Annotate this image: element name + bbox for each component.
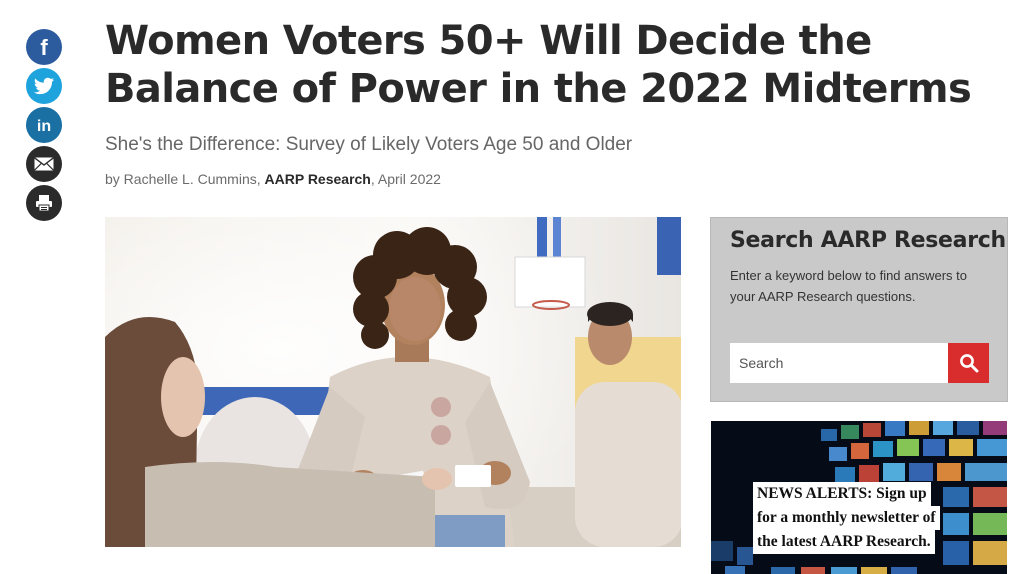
article-title: Women Voters 50+ Will Decide the Balance… — [105, 18, 972, 112]
search-submit-button[interactable] — [948, 343, 989, 383]
printer-icon — [36, 195, 52, 212]
news-alerts-line-1: NEWS ALERTS: Sign up — [753, 482, 931, 506]
print-button[interactable] — [26, 185, 62, 221]
article-subtitle: She's the Difference: Survey of Likely V… — [105, 134, 633, 155]
search-panel: Search AARP Research Enter a keyword bel… — [710, 217, 1008, 402]
envelope-icon — [34, 157, 54, 171]
linkedin-glyph: in — [37, 118, 51, 135]
news-alerts-promo[interactable]: NEWS ALERTS: Sign up for a monthly newsl… — [711, 421, 1007, 574]
share-toolbar: f in — [26, 29, 62, 221]
twitter-share-button[interactable] — [26, 68, 62, 104]
news-alerts-text: NEWS ALERTS: Sign up for a monthly newsl… — [753, 482, 940, 554]
linkedin-share-button[interactable]: in — [26, 107, 62, 143]
news-alerts-line-3: the latest AARP Research. — [753, 530, 935, 554]
search-panel-title: Search AARP Research — [730, 228, 1006, 253]
byline-date: , April 2022 — [370, 171, 441, 187]
article-page: f in Women Voters 50+ Will Decide the Ba… — [0, 0, 1024, 574]
hero-image — [105, 217, 681, 547]
search-panel-help: Enter a keyword below to find answers to… — [730, 268, 968, 304]
email-share-button[interactable] — [26, 146, 62, 182]
facebook-share-button[interactable]: f — [26, 29, 62, 65]
search-input[interactable] — [730, 343, 948, 383]
byline-organization[interactable]: AARP Research — [265, 171, 371, 187]
facebook-glyph: f — [40, 35, 48, 60]
byline-author: by Rachelle L. Cummins, — [105, 171, 265, 187]
facebook-icon: f — [40, 35, 48, 60]
news-alerts-line-2: for a monthly newsletter of — [753, 506, 940, 530]
twitter-bird-icon — [33, 77, 55, 95]
linkedin-icon: in — [37, 118, 51, 135]
article-byline: by Rachelle L. Cummins, AARP Research, A… — [105, 171, 441, 187]
magnifier-icon — [959, 354, 978, 373]
